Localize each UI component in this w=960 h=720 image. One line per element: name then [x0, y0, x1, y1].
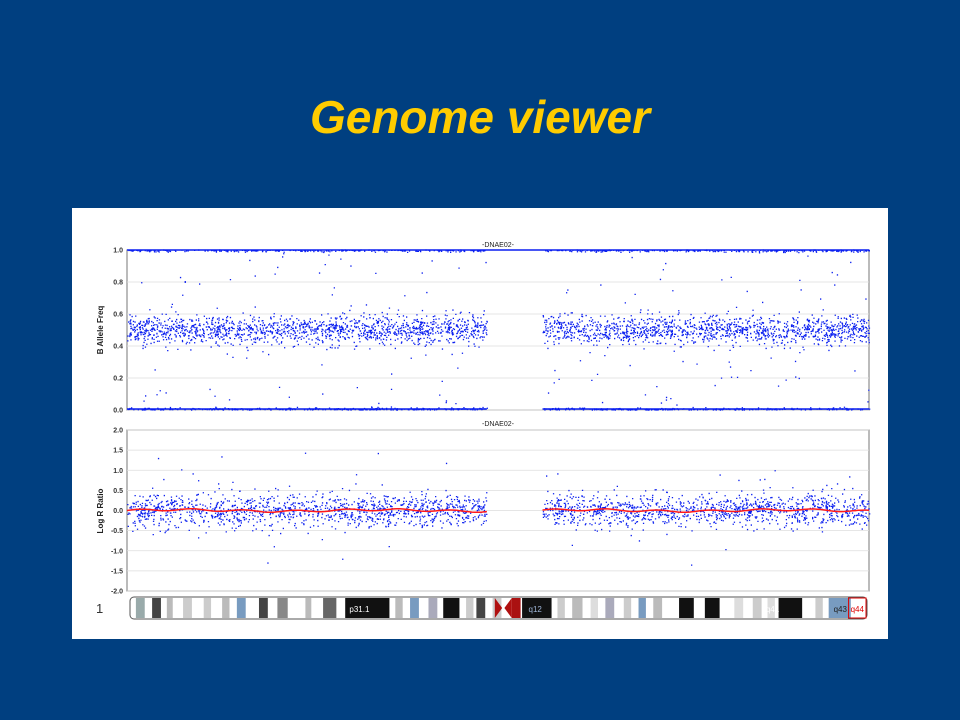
ideogram-band — [443, 598, 460, 618]
baf-axis-label: B Allele Freq — [96, 306, 105, 355]
ideogram-band — [557, 598, 565, 618]
ideogram-band — [638, 598, 646, 618]
ideogram-band — [653, 598, 663, 618]
ideogram-band — [222, 598, 230, 618]
ideogram-band — [679, 598, 694, 618]
ideogram-band — [135, 598, 145, 618]
ideogram-band-label: q41 — [766, 605, 780, 614]
ideogram-band — [778, 598, 803, 618]
lrr-axis-label: Log R Ratio — [96, 488, 105, 533]
baf-plot: 1.0 0.8 0.6 0.4 0.2 0.0 -DNAE02- B Allele Fre… — [96, 242, 871, 415]
lrr-plot-title: -DNAE02- — [482, 421, 515, 428]
lrr-tick-labels: 2.0 1.5 1.0 0.5 0.0 -0.5 -1.0 -1.5 -2.0 — [111, 428, 123, 596]
baf-tick-label: 0.8 — [113, 280, 123, 287]
baf-tick-label: 1.0 — [113, 248, 123, 255]
ideogram-band — [166, 598, 173, 618]
ideogram-band — [466, 598, 474, 618]
baf-tick-label: 0.0 — [113, 408, 123, 415]
genome-viewer-chart: 1.0 0.8 0.6 0.4 0.2 0.0 -DNAE02- B Allele Fre… — [96, 242, 871, 620]
ideogram-band-label: q44 — [851, 605, 865, 614]
ideogram-band — [203, 598, 212, 618]
lrr-plot: 2.0 1.5 1.0 0.5 0.0 -0.5 -1.0 -1.5 -2.0 -DNAE02-… — [96, 421, 871, 596]
ideogram-band — [236, 598, 246, 618]
lrr-tick-label: 1.5 — [113, 448, 123, 455]
lrr-tick-label: -2.0 — [111, 589, 123, 596]
ideogram-band — [476, 598, 486, 618]
chromosome-number: 1 — [96, 601, 103, 616]
genome-viewer-panel: 1.0 0.8 0.6 0.4 0.2 0.0 -DNAE02- B Allele Fre… — [72, 208, 888, 639]
lrr-tick-label: 0.5 — [113, 488, 123, 495]
lrr-tick-label: 0.0 — [113, 508, 123, 515]
ideogram-band — [152, 598, 161, 618]
ideogram-band — [623, 598, 632, 618]
ideogram-band — [605, 598, 615, 618]
baf-plot-title: -DNAE02- — [482, 242, 515, 249]
ideogram-band — [704, 598, 720, 618]
ideogram-band — [395, 598, 403, 618]
lrr-tick-label: -1.5 — [111, 568, 123, 575]
ideogram-band-label: q43 — [834, 605, 848, 614]
ideogram-band — [258, 598, 268, 618]
ideogram-band — [277, 598, 288, 618]
lrr-tick-label: 2.0 — [113, 428, 123, 435]
ideogram-band — [305, 598, 312, 618]
ideogram-band — [410, 598, 419, 618]
ideogram-band-label: q12 — [529, 605, 543, 614]
ideogram-band-label: p31.1 — [349, 605, 370, 614]
ideogram-band — [428, 598, 438, 618]
ideogram-band — [734, 598, 744, 618]
baf-tick-labels: 1.0 0.8 0.6 0.4 0.2 0.0 — [113, 248, 123, 415]
slide-title: Genome viewer — [309, 91, 651, 143]
ideogram-band — [572, 598, 583, 618]
ideogram-band — [511, 598, 521, 618]
lrr-tick-label: -0.5 — [111, 528, 123, 535]
lrr-tick-label: 1.0 — [113, 468, 123, 475]
ideogram-band — [590, 598, 598, 618]
baf-tick-label: 0.4 — [113, 344, 123, 351]
ideogram-band — [323, 598, 337, 618]
chromosome-ideogram: 1 p31.1 q12 q41 q43 q44 — [96, 596, 868, 620]
lrr-tick-label: -1.0 — [111, 548, 123, 555]
baf-tick-label: 0.2 — [113, 376, 123, 383]
ideogram-band — [815, 598, 823, 618]
baf-tick-label: 0.6 — [113, 312, 123, 319]
ideogram-band — [183, 598, 192, 618]
ideogram-band — [752, 598, 762, 618]
